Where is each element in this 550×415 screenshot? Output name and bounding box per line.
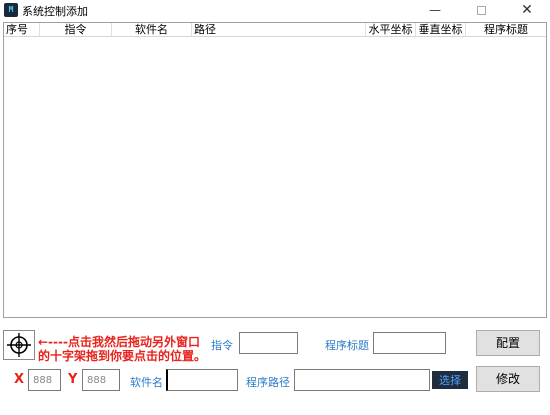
modify-button[interactable]: 修改 <box>476 366 540 392</box>
column-header-y[interactable]: 垂直坐标 <box>416 23 466 37</box>
y-coordinate-input[interactable] <box>82 369 120 391</box>
column-header-command[interactable]: 指令 <box>40 23 112 37</box>
crosshair-icon <box>7 333 31 357</box>
program-title-label: 程序标题 <box>325 339 369 352</box>
title-bar: M 系统控制添加 — ✕ <box>0 0 550 20</box>
instruction-line-2: 的十字架拖到你要点击的位置。 <box>38 349 207 363</box>
program-path-input[interactable] <box>294 369 430 391</box>
crosshair-drag-target[interactable] <box>3 330 35 360</box>
window-title: 系统控制添加 <box>22 5 88 18</box>
column-header-title[interactable]: 程序标题 <box>466 23 546 37</box>
minimize-button[interactable]: — <box>412 0 458 20</box>
app-icon: M <box>4 3 18 17</box>
software-name-input[interactable] <box>166 369 238 391</box>
command-list[interactable]: 序号 指令 软件名 路径 水平坐标 垂直坐标 程序标题 <box>3 22 547 318</box>
config-button[interactable]: 配置 <box>476 330 540 356</box>
x-label: X <box>14 372 25 387</box>
column-header-index[interactable]: 序号 <box>4 23 40 37</box>
close-button[interactable]: ✕ <box>504 0 550 20</box>
select-path-button[interactable]: 选择 <box>432 371 468 389</box>
software-name-label: 软件名 <box>130 376 163 389</box>
maximize-button[interactable] <box>458 0 504 20</box>
command-input[interactable] <box>239 332 298 354</box>
column-header-software[interactable]: 软件名 <box>112 23 192 37</box>
column-header-path[interactable]: 路径 <box>192 23 366 37</box>
program-path-label: 程序路径 <box>246 376 290 389</box>
program-title-input[interactable] <box>373 332 446 354</box>
x-coordinate-input[interactable] <box>28 369 61 391</box>
command-label: 指令 <box>211 339 233 352</box>
y-label: Y <box>68 372 78 387</box>
list-header: 序号 指令 软件名 路径 水平坐标 垂直坐标 程序标题 <box>4 23 546 37</box>
maximize-icon <box>476 6 486 15</box>
column-header-x[interactable]: 水平坐标 <box>366 23 416 37</box>
